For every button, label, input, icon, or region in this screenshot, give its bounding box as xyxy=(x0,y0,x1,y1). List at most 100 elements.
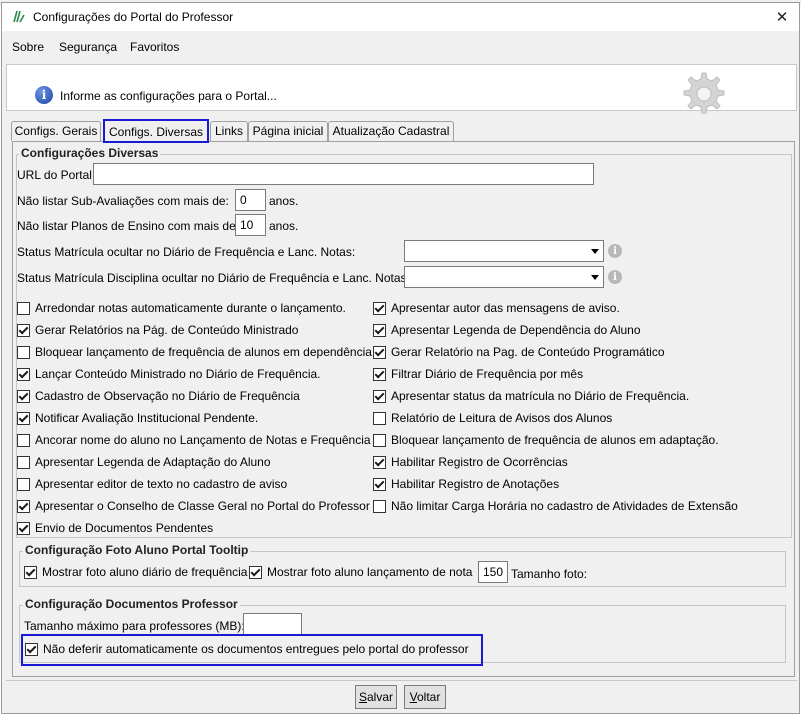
checkbox-label: Habilitar Registro de Ocorrências xyxy=(391,455,568,469)
checkbox-box[interactable] xyxy=(17,367,30,381)
checkbox-option[interactable]: Apresentar editor de texto no cadastro d… xyxy=(17,477,287,491)
checkbox-option[interactable]: Cadastro de Observação no Diário de Freq… xyxy=(17,389,300,403)
checkbox-box[interactable] xyxy=(373,389,386,403)
tab-links[interactable]: Links xyxy=(210,121,248,141)
checkbox-option[interactable]: Gerar Relatórios na Pág. de Conteúdo Min… xyxy=(17,323,298,337)
checkbox-label: Ancorar nome do aluno no Lançamento de N… xyxy=(35,433,371,447)
checkbox-box[interactable] xyxy=(373,433,386,447)
menu-bar: Sobre Segurança Favoritos xyxy=(2,33,799,61)
checkbox-label: Apresentar editor de texto no cadastro d… xyxy=(35,477,288,491)
checkbox-label: Apresentar Legenda de Dependência do Alu… xyxy=(391,323,641,337)
menu-seguranca[interactable]: Segurança xyxy=(59,40,117,54)
sub-avaliacoes-unit: anos. xyxy=(269,194,299,208)
tab-configs-gerais[interactable]: Configs. Gerais xyxy=(11,121,101,141)
status-matricula-disciplina-label: Status Matrícula Disciplina ocultar no D… xyxy=(17,271,410,285)
checkbox-box[interactable] xyxy=(25,642,38,656)
checkbox-box[interactable] xyxy=(17,521,30,535)
help-icon[interactable]: i xyxy=(608,244,622,258)
group-legend-foto: Configuração Foto Aluno Portal Tooltip xyxy=(23,543,251,557)
checkbox-foto-lancamento[interactable]: Mostrar foto aluno lançamento de nota xyxy=(249,565,472,579)
checkbox-label: Apresentar autor das mensagens de aviso. xyxy=(391,301,620,315)
url-label: URL do Portal: xyxy=(17,168,96,182)
checkbox-option[interactable]: Apresentar autor das mensagens de aviso. xyxy=(373,301,620,315)
salvar-button[interactable]: Salvar xyxy=(355,685,397,709)
title-bar: Configurações do Portal do Professor ✕ xyxy=(2,3,799,31)
checkbox-option[interactable]: Bloquear lançamento de frequência de alu… xyxy=(17,345,375,359)
tab-configs-diversas[interactable]: Configs. Diversas xyxy=(103,119,209,143)
tamanho-foto-input[interactable] xyxy=(478,561,508,583)
tab-panel-configs-diversas: Configurações Diversas URL do Portal: Nã… xyxy=(12,141,795,677)
checkbox-box[interactable] xyxy=(373,477,386,491)
checkbox-label: Lançar Conteúdo Ministrado no Diário de … xyxy=(35,367,321,381)
checkbox-label: Apresentar status da matrícula no Diário… xyxy=(391,389,690,403)
url-input[interactable] xyxy=(93,163,594,185)
tab-atualizacao-cadastral[interactable]: Atualização Cadastral xyxy=(328,121,454,141)
status-matricula-disciplina-select[interactable] xyxy=(404,266,604,288)
checkbox-box[interactable] xyxy=(24,565,37,579)
info-icon: i xyxy=(35,86,53,104)
status-matricula-label: Status Matrícula ocultar no Diário de Fr… xyxy=(17,245,356,259)
planos-ensino-label: Não listar Planos de Ensino com mais de: xyxy=(17,219,240,233)
checkbox-foto-diario[interactable]: Mostrar foto aluno diário de frequência xyxy=(24,565,247,579)
checkbox-box[interactable] xyxy=(17,499,30,513)
info-panel: i Informe as configurações para o Portal… xyxy=(6,64,797,114)
checkbox-box[interactable] xyxy=(17,389,30,403)
checkbox-option[interactable]: Filtrar Diário de Frequência por mês xyxy=(373,367,583,381)
sub-avaliacoes-label: Não listar Sub-Avaliações com mais de: xyxy=(17,194,229,208)
sub-avaliacoes-input[interactable] xyxy=(235,189,266,211)
checkbox-option[interactable]: Habilitar Registro de Anotações xyxy=(373,477,559,491)
checkbox-box[interactable] xyxy=(17,455,30,469)
checkbox-option[interactable]: Envio de Documentos Pendentes xyxy=(17,521,213,535)
checkbox-label: Gerar Relatório na Pag. de Conteúdo Prog… xyxy=(391,345,665,359)
status-matricula-select[interactable] xyxy=(404,240,604,262)
menu-sobre[interactable]: Sobre xyxy=(12,40,44,54)
checkbox-option[interactable]: Ancorar nome do aluno no Lançamento de N… xyxy=(17,433,371,447)
tamanho-maximo-input[interactable] xyxy=(243,613,302,635)
checkbox-box[interactable] xyxy=(17,411,30,425)
checkbox-box[interactable] xyxy=(249,565,262,579)
checkbox-box[interactable] xyxy=(373,499,386,513)
checkbox-box[interactable] xyxy=(373,323,386,337)
checkbox-box[interactable] xyxy=(17,323,30,337)
menu-favoritos[interactable]: Favoritos xyxy=(130,40,179,54)
checkbox-option[interactable]: Não limitar Carga Horária no cadastro de… xyxy=(373,499,738,513)
checkbox-label: Filtrar Diário de Frequência por mês xyxy=(391,367,584,381)
checkbox-option[interactable]: Apresentar status da matrícula no Diário… xyxy=(373,389,689,403)
checkbox-label: Bloquear lançamento de frequência de alu… xyxy=(35,345,376,359)
checkbox-box[interactable] xyxy=(373,411,386,425)
checkbox-option[interactable]: Bloquear lançamento de frequência de alu… xyxy=(373,433,719,447)
checkbox-option[interactable]: Relatório de Leitura de Avisos dos Aluno… xyxy=(373,411,612,425)
checkbox-box[interactable] xyxy=(17,477,30,491)
checkbox-option[interactable]: Habilitar Registro de Ocorrências xyxy=(373,455,568,469)
tab-pagina-inicial[interactable]: Página inicial xyxy=(248,121,328,141)
checkbox-option[interactable]: Apresentar Legenda de Adaptação do Aluno xyxy=(17,455,271,469)
voltar-button[interactable]: Voltar xyxy=(404,685,446,709)
tamanho-maximo-label: Tamanho máximo para professores (MB): xyxy=(24,619,245,633)
checkbox-box[interactable] xyxy=(373,301,386,315)
checkbox-box[interactable] xyxy=(17,345,30,359)
checkbox-box[interactable] xyxy=(373,345,386,359)
checkbox-label: Relatório de Leitura de Avisos dos Aluno… xyxy=(391,411,613,425)
checkbox-box[interactable] xyxy=(373,455,386,469)
checkbox-nao-deferir[interactable]: Não deferir automaticamente os documento… xyxy=(25,642,469,656)
planos-ensino-input[interactable] xyxy=(235,214,266,236)
checkbox-box[interactable] xyxy=(17,433,30,447)
checkbox-label: Gerar Relatórios na Pág. de Conteúdo Min… xyxy=(35,323,299,337)
checkbox-option[interactable]: Gerar Relatório na Pag. de Conteúdo Prog… xyxy=(373,345,665,359)
checkbox-box[interactable] xyxy=(17,301,30,315)
checkbox-option[interactable]: Apresentar Legenda de Dependência do Alu… xyxy=(373,323,641,337)
close-button[interactable]: ✕ xyxy=(765,3,799,31)
checkbox-label: Habilitar Registro de Anotações xyxy=(391,477,560,491)
checkbox-option[interactable]: Apresentar o Conselho de Classe Geral no… xyxy=(17,499,370,513)
checkbox-option[interactable]: Notificar Avaliação Institucional Penden… xyxy=(17,411,258,425)
help-icon[interactable]: i xyxy=(608,270,622,284)
checkbox-option[interactable]: Arredondar notas automaticamente durante… xyxy=(17,301,346,315)
checkbox-option[interactable]: Lançar Conteúdo Ministrado no Diário de … xyxy=(17,367,321,381)
checkbox-label: Apresentar Legenda de Adaptação do Aluno xyxy=(35,455,271,469)
checkbox-label: Não limitar Carga Horária no cadastro de… xyxy=(391,499,738,513)
checkbox-label: Notificar Avaliação Institucional Penden… xyxy=(35,411,259,425)
chevron-down-icon xyxy=(591,275,599,280)
checkbox-label: Bloquear lançamento de frequência de alu… xyxy=(391,433,719,447)
checkbox-box[interactable] xyxy=(373,367,386,381)
checkbox-label: Apresentar o Conselho de Classe Geral no… xyxy=(35,499,370,513)
